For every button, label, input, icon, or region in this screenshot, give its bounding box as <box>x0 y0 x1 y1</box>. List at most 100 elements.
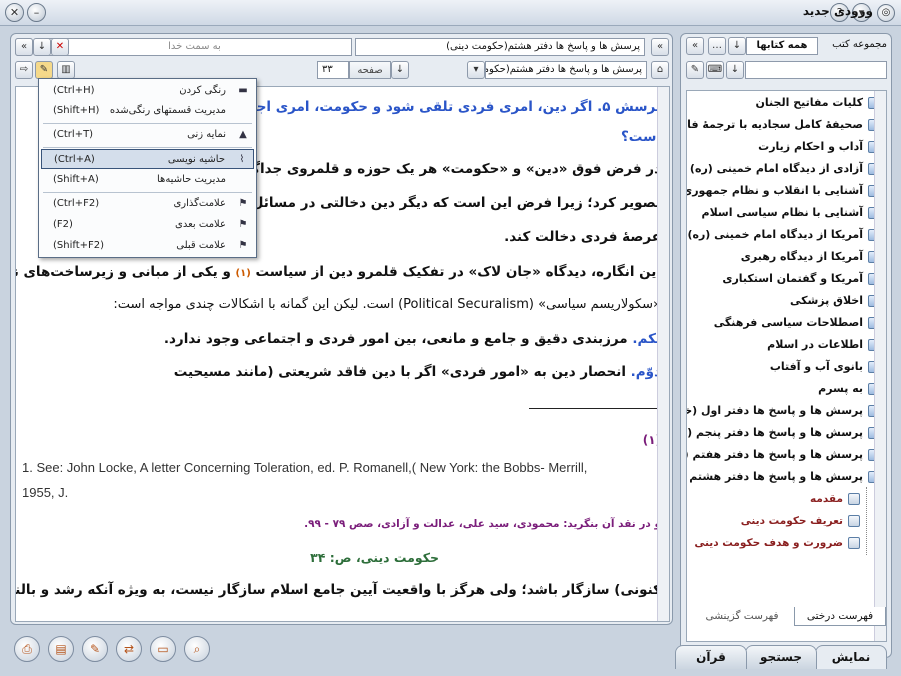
text-line-4: این انگاره، دیدگاه «جان لاک» در تفکیک قل… <box>16 264 661 280</box>
edit-tool-icon[interactable]: ✎ <box>35 61 53 79</box>
menu-label: مدیریت قسمتهای رنگی‌شده <box>109 105 226 116</box>
search-tool-icon[interactable]: ✎ <box>686 61 704 79</box>
zoom-icon[interactable]: ⌕ <box>184 636 210 662</box>
tree-item[interactable]: آشنایی با نظام سیاسی اسلام <box>702 203 880 223</box>
menu-item-manage-highlights[interactable]: مدیریت قسمتهای رنگی‌شده (Shift+H) <box>41 101 254 121</box>
text-line-5: «سکولاریسم سیاسی» (Political Securalism)… <box>113 297 661 312</box>
tree-label: آداب و احکام زیارت <box>758 140 863 153</box>
page-number-input[interactable]: ٣٣ <box>317 61 349 79</box>
layout-icon[interactable]: ▥ <box>57 61 75 79</box>
tree-label: آشنایی با نظام سیاسی اسلام <box>701 206 863 219</box>
tree-item[interactable]: کلیات مفاتیح الجنان <box>756 93 880 113</box>
minimize-button[interactable]: – <box>27 3 46 22</box>
tree-item[interactable]: اصطلاحات سیاسی فرهنگی <box>714 313 880 333</box>
book-tag-icon[interactable]: ⌂ <box>651 61 669 79</box>
book-tree: کلیات مفاتیح الجنان صحیفهٔ کامل سجادیه ب… <box>686 90 887 642</box>
close-doc-icon[interactable]: ✕ <box>51 38 69 56</box>
text-line-3: عرصهٔ فردی دخالت کند. <box>504 229 661 245</box>
menu-shortcut: (Ctrl+F2) <box>53 198 100 209</box>
edit-tools-menu: ▬ رنگی کردن (Ctrl+H) مدیریت قسمتهای رنگی… <box>38 78 257 258</box>
menu-item-highlight[interactable]: ▬ رنگی کردن (Ctrl+H) <box>41 81 254 101</box>
collection-select[interactable]: همه کتابها <box>746 37 818 55</box>
tree-item[interactable]: آزادی از دیدگاه امام خمینی (ره) <box>690 159 880 179</box>
menu-shortcut: (Ctrl+T) <box>53 129 94 140</box>
search-go-icon[interactable]: ↓ <box>726 61 744 79</box>
text-line-4b: و یکی از مبانی و زیرساخت‌های نظری <box>16 264 231 280</box>
side-back-icon[interactable]: « <box>686 37 704 55</box>
split-view-icon[interactable]: ▭ <box>150 636 176 662</box>
book-select[interactable]: پرسش ها و پاسخ ها دفتر هشتم(حکومـ... <box>485 61 647 79</box>
book-select-arrow-icon[interactable]: ▾ <box>467 61 485 79</box>
export-icon[interactable]: ⇄ <box>116 636 142 662</box>
keyboard-icon[interactable]: ⌨ <box>706 61 724 79</box>
tab-display[interactable]: نمایش <box>815 645 887 669</box>
panel-toggle-icon[interactable]: ⇨ <box>15 61 33 79</box>
tree-item[interactable]: آمریکا از دیدگاه امام خمینی (ره) <box>687 225 880 245</box>
nav-forward-icon[interactable]: « <box>651 38 669 56</box>
footnote-ref[interactable]: (١) <box>236 268 251 279</box>
tab-quran[interactable]: قرآن <box>675 645 747 669</box>
tree-subitem[interactable]: مقدمه <box>810 489 860 509</box>
tree-label: کلیات مفاتیح الجنان <box>755 96 863 109</box>
page-label: صفحه <box>349 61 391 79</box>
question-line-2: است؟ <box>620 129 661 145</box>
menu-shortcut: (Ctrl+A) <box>54 154 95 165</box>
menu-separator <box>43 192 252 193</box>
bookmark-icon: ⚑ <box>238 198 248 209</box>
tree-item[interactable]: اخلاق پزشکی <box>790 291 880 311</box>
tab-selective-index[interactable]: فهرست گزینشی <box>692 607 792 626</box>
menu-item-bookmark[interactable]: ⚑ علامت‌گذاری (Ctrl+F2) <box>41 194 254 214</box>
next-bookmark-icon: ⚑ <box>238 219 248 230</box>
tree-item[interactable]: پرسش ها و پاسخ ها دفتر هفتم (پرسش ...) <box>687 445 880 465</box>
tree-item[interactable]: پرسش ها و پاسخ ها دفتر پنجم (قرآن) <box>687 423 880 443</box>
collapse-icon[interactable]: « <box>15 38 33 56</box>
title-bar: ✕ – ? ▾ ◎ ورودی جدید <box>0 0 901 26</box>
text-line-4a: این انگاره، دیدگاه «جان لاک» در تفکیک قل… <box>255 264 661 280</box>
book-icon <box>848 515 860 527</box>
tree-connector <box>866 487 867 555</box>
tree-subitem[interactable]: تعریف حکومت دینی <box>741 511 860 531</box>
side-more-icon[interactable]: … <box>708 37 726 55</box>
menu-item-indexing[interactable]: ▲ نمایه زنی (Ctrl+T) <box>41 125 254 145</box>
close-window-button[interactable]: ✕ <box>5 3 24 22</box>
menu-label: مدیریت حاشیه‌ها <box>157 174 226 185</box>
menu-item-previous-bookmark[interactable]: ⚑ علامت قبلی (Shift+F2) <box>41 236 254 256</box>
tree-item[interactable]: به پسرم <box>818 379 880 399</box>
tree-label: پرسش ها و پاسخ ها دفتر اول (خداشناسی) <box>687 404 863 417</box>
note-icon[interactable]: ✎ <box>82 636 108 662</box>
book-search-input[interactable] <box>745 61 887 79</box>
paperclip-icon: ⌇ <box>239 154 245 165</box>
back-path-field[interactable]: به سمت خدا <box>37 38 352 56</box>
collection-dropdown-icon[interactable]: ↓ <box>728 37 746 55</box>
menu-item-annotate[interactable]: ⌇ حاشیه نویسی (Ctrl+A) <box>41 149 254 169</box>
menu-label: علامت قبلی <box>176 240 226 251</box>
tree-item-open[interactable]: پرسش ها و پاسخ ها دفتر هشتم (حکومت دینی) <box>687 467 880 487</box>
tab-tree-index[interactable]: فهرست درختی <box>794 607 886 626</box>
text-line-6: یکم. مرزبندی دقیق و جامع و مانعی، بین ام… <box>164 331 661 347</box>
tree-item[interactable]: آداب و احکام زیارت <box>758 137 880 157</box>
vertical-scrollbar[interactable] <box>657 87 669 621</box>
tree-item[interactable]: صحیفهٔ کامل سجادیه با ترجمهٔ فارسی <box>687 115 880 135</box>
download-icon[interactable]: ↓ <box>33 38 51 56</box>
tree-subitem[interactable]: ضرورت و هدف حکومت دینی <box>694 533 860 553</box>
tree-item[interactable]: بانوی آب و آفتاب <box>770 357 880 377</box>
tree-label: آشنایی با انقلاب و نظام جمهوری اسلامی <box>686 184 863 197</box>
point-two-text: انحصار دین به «امور فردی» اگر با دین فاق… <box>173 364 626 380</box>
menu-item-next-bookmark[interactable]: ⚑ علامت بعدی (F2) <box>41 215 254 235</box>
page-go-icon[interactable]: ↓ <box>391 61 409 79</box>
print-icon[interactable]: ⎙ <box>14 636 40 662</box>
tree-item[interactable]: آمریکا و گفتمان استکباری <box>722 269 880 289</box>
tab-search[interactable]: جستجو <box>745 645 817 669</box>
footnote-text-3: و در نقد آن بنگرید: محمودی، سید علی، عدا… <box>304 518 661 530</box>
tree-label: اطلاعات در اسلام <box>767 338 863 351</box>
tree-item[interactable]: آمریکا از دیدگاه رهبری <box>741 247 880 267</box>
tree-scrollbar[interactable] <box>874 91 886 641</box>
tree-label: به پسرم <box>818 382 863 395</box>
tree-item[interactable]: پرسش ها و پاسخ ها دفتر اول (خداشناسی) <box>687 401 880 421</box>
menu-label: رنگی کردن <box>179 85 226 96</box>
tree-item[interactable]: آشنایی با انقلاب و نظام جمهوری اسلامی <box>686 181 880 201</box>
menu-item-manage-annotations[interactable]: مدیریت حاشیه‌ها (Shift+A) <box>41 170 254 190</box>
books-icon[interactable]: ▤ <box>48 636 74 662</box>
document-title-field[interactable]: پرسش ها و پاسخ ها دفتر هشتم(حکومت دینی) <box>355 38 645 56</box>
tree-item[interactable]: اطلاعات در اسلام <box>767 335 880 355</box>
